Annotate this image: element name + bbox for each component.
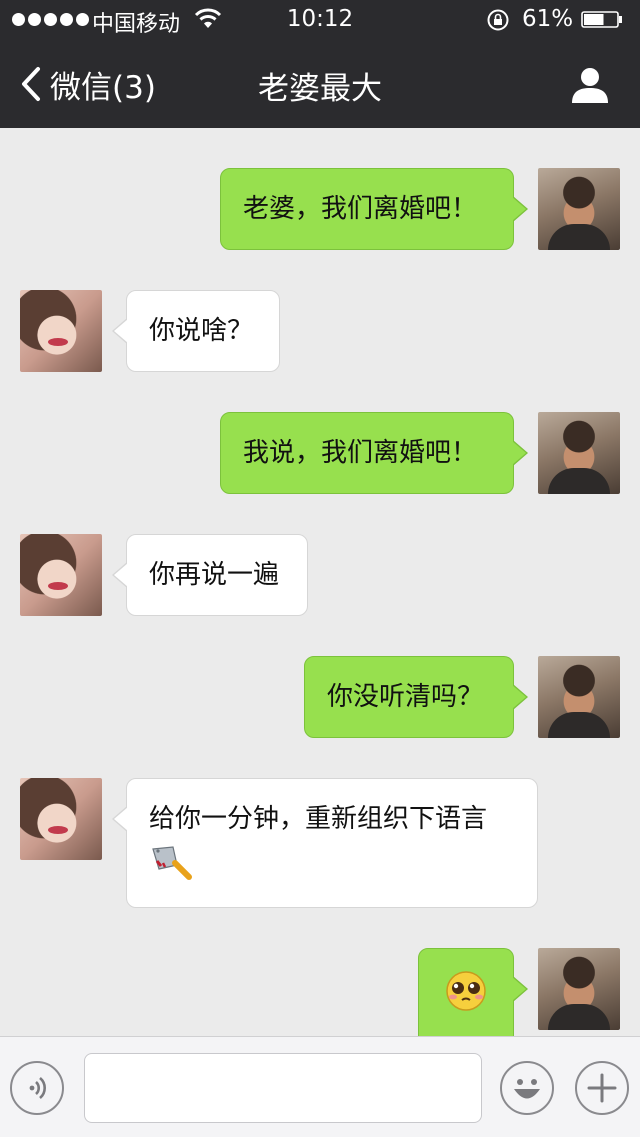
cleaver-knife-icon — [152, 846, 192, 880]
more-button[interactable] — [575, 1061, 629, 1115]
message-bubble-contact[interactable]: 你再说一遍 — [112, 534, 308, 616]
message-text: 你说啥？ — [149, 316, 254, 346]
message-bubble-mine[interactable]: 我说，我们离婚吧！ — [220, 412, 528, 494]
input-bar — [0, 1036, 640, 1137]
status-bar: 中国移动 10:12 61% — [0, 0, 640, 40]
message-bubble-contact[interactable]: 你说啥？ — [112, 290, 280, 372]
message-bubble-mine[interactable] — [418, 948, 528, 1036]
my-avatar[interactable] — [538, 656, 620, 738]
chat-title: 老婆最大 — [258, 71, 382, 107]
battery-percent: 61% — [522, 6, 574, 32]
plus-icon — [587, 1073, 617, 1103]
chat-area[interactable]: 老婆，我们离婚吧！ 你说啥？ 我说，我们离婚吧！ 你再说一遍 你没听清吗？ 给你… — [0, 128, 640, 1036]
message-bubble-mine[interactable]: 老婆，我们离婚吧！ — [220, 168, 528, 250]
rotation-lock-icon — [487, 9, 509, 31]
my-avatar[interactable] — [538, 412, 620, 494]
message-text: 你没听清吗？ — [327, 682, 484, 712]
contact-avatar[interactable] — [20, 534, 102, 616]
message-bubble-mine[interactable]: 你没听清吗？ — [304, 656, 528, 738]
battery-icon — [581, 11, 622, 28]
emoji-button[interactable] — [500, 1061, 554, 1115]
my-avatar[interactable] — [538, 948, 620, 1030]
message-input[interactable] — [84, 1053, 482, 1123]
voice-icon — [29, 1077, 46, 1099]
message-text: 你再说一遍 — [149, 560, 280, 590]
message-text: 老婆，我们离婚吧！ — [243, 194, 478, 224]
smiley-icon — [514, 1079, 540, 1099]
contact-avatar[interactable] — [20, 290, 102, 372]
my-avatar[interactable] — [538, 168, 620, 250]
message-bubble-contact[interactable]: 给你一分钟，重新组织下语言 — [112, 778, 538, 908]
top-bar: 中国移动 10:12 61% 微信(3) 老婆最大 — [0, 0, 640, 128]
message-text: 给你一分钟，重新组织下语言 — [149, 804, 488, 834]
contact-avatar[interactable] — [20, 778, 102, 860]
person-icon[interactable] — [570, 64, 610, 104]
message-text: 我说，我们离婚吧！ — [243, 438, 478, 468]
voice-button[interactable] — [10, 1061, 64, 1115]
pleading-face-icon — [446, 971, 486, 1011]
